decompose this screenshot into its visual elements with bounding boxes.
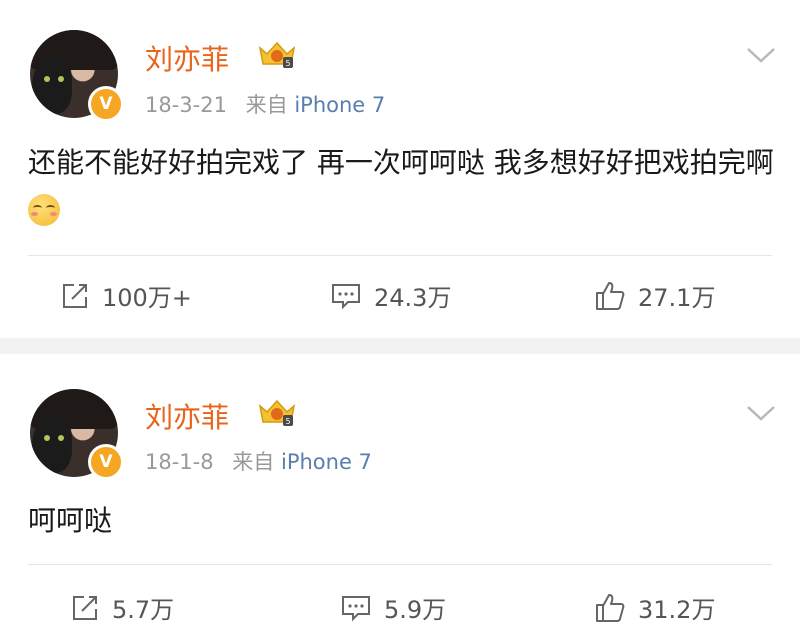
post-date: 18-3-21 — [145, 93, 227, 117]
author-name[interactable]: 刘亦菲 — [145, 396, 229, 436]
repost-count: 100万+ — [102, 284, 192, 312]
comment-button[interactable]: 5.9万 — [340, 590, 446, 625]
post-content: 还能不能好好拍完戏了 再一次呵呵哒 我多想好好把戏拍完啊 — [28, 138, 778, 236]
post-text: 呵呵哒 — [28, 504, 113, 537]
post-separator — [0, 338, 800, 354]
author-name[interactable]: 刘亦菲 — [145, 38, 229, 78]
source-prefix: 来自 — [245, 93, 288, 117]
repost-icon — [63, 283, 87, 308]
comment-count: 24.3万 — [374, 284, 452, 312]
source-app[interactable]: iPhone 7 — [294, 93, 385, 117]
post-meta: 18-1-8 来自 iPhone 7 — [145, 446, 372, 476]
svg-text:5: 5 — [285, 417, 290, 426]
repost-button[interactable]: 100万+ — [60, 278, 192, 313]
chevron-down-icon[interactable] — [745, 402, 777, 424]
repost-button[interactable]: 5.7万 — [70, 590, 174, 625]
comment-button[interactable]: 24.3万 — [330, 278, 451, 313]
like-button[interactable]: 27.1万 — [594, 278, 715, 313]
svg-text:5: 5 — [285, 59, 290, 68]
post-meta: 18-3-21 来自 iPhone 7 — [145, 89, 385, 119]
comment-count: 5.9万 — [384, 596, 447, 624]
like-count: 31.2万 — [638, 596, 716, 624]
sleepy-smile-emoji — [28, 194, 60, 226]
repost-count: 5.7万 — [112, 596, 175, 624]
divider — [28, 564, 772, 565]
source-prefix: 来自 — [232, 450, 275, 474]
crown-badge-icon[interactable]: 5 — [257, 40, 297, 70]
verified-badge: V — [88, 86, 124, 122]
like-icon — [596, 281, 625, 310]
divider — [28, 255, 772, 256]
repost-icon — [73, 595, 97, 620]
post-text: 还能不能好好拍完戏了 再一次呵呵哒 我多想好好把戏拍完啊 — [28, 146, 774, 179]
weibo-post: V 刘亦菲 5 18-1-8 来自 iPhone 7 呵呵哒 5.7万 5.9万 — [0, 354, 800, 625]
chevron-down-icon[interactable] — [745, 44, 777, 66]
comment-icon — [342, 595, 370, 621]
like-count: 27.1万 — [638, 284, 716, 312]
post-content: 呵呵哒 — [28, 496, 778, 545]
verified-badge: V — [88, 444, 124, 480]
weibo-post: V 刘亦菲 5 18-3-21 来自 iPhone 7 还能不能好好拍完戏了 再… — [0, 0, 800, 338]
comment-icon — [332, 283, 360, 309]
post-date: 18-1-8 — [145, 450, 214, 474]
like-button[interactable]: 31.2万 — [594, 590, 715, 625]
like-icon — [596, 593, 625, 622]
crown-badge-icon[interactable]: 5 — [257, 398, 297, 428]
source-app[interactable]: iPhone 7 — [281, 450, 372, 474]
